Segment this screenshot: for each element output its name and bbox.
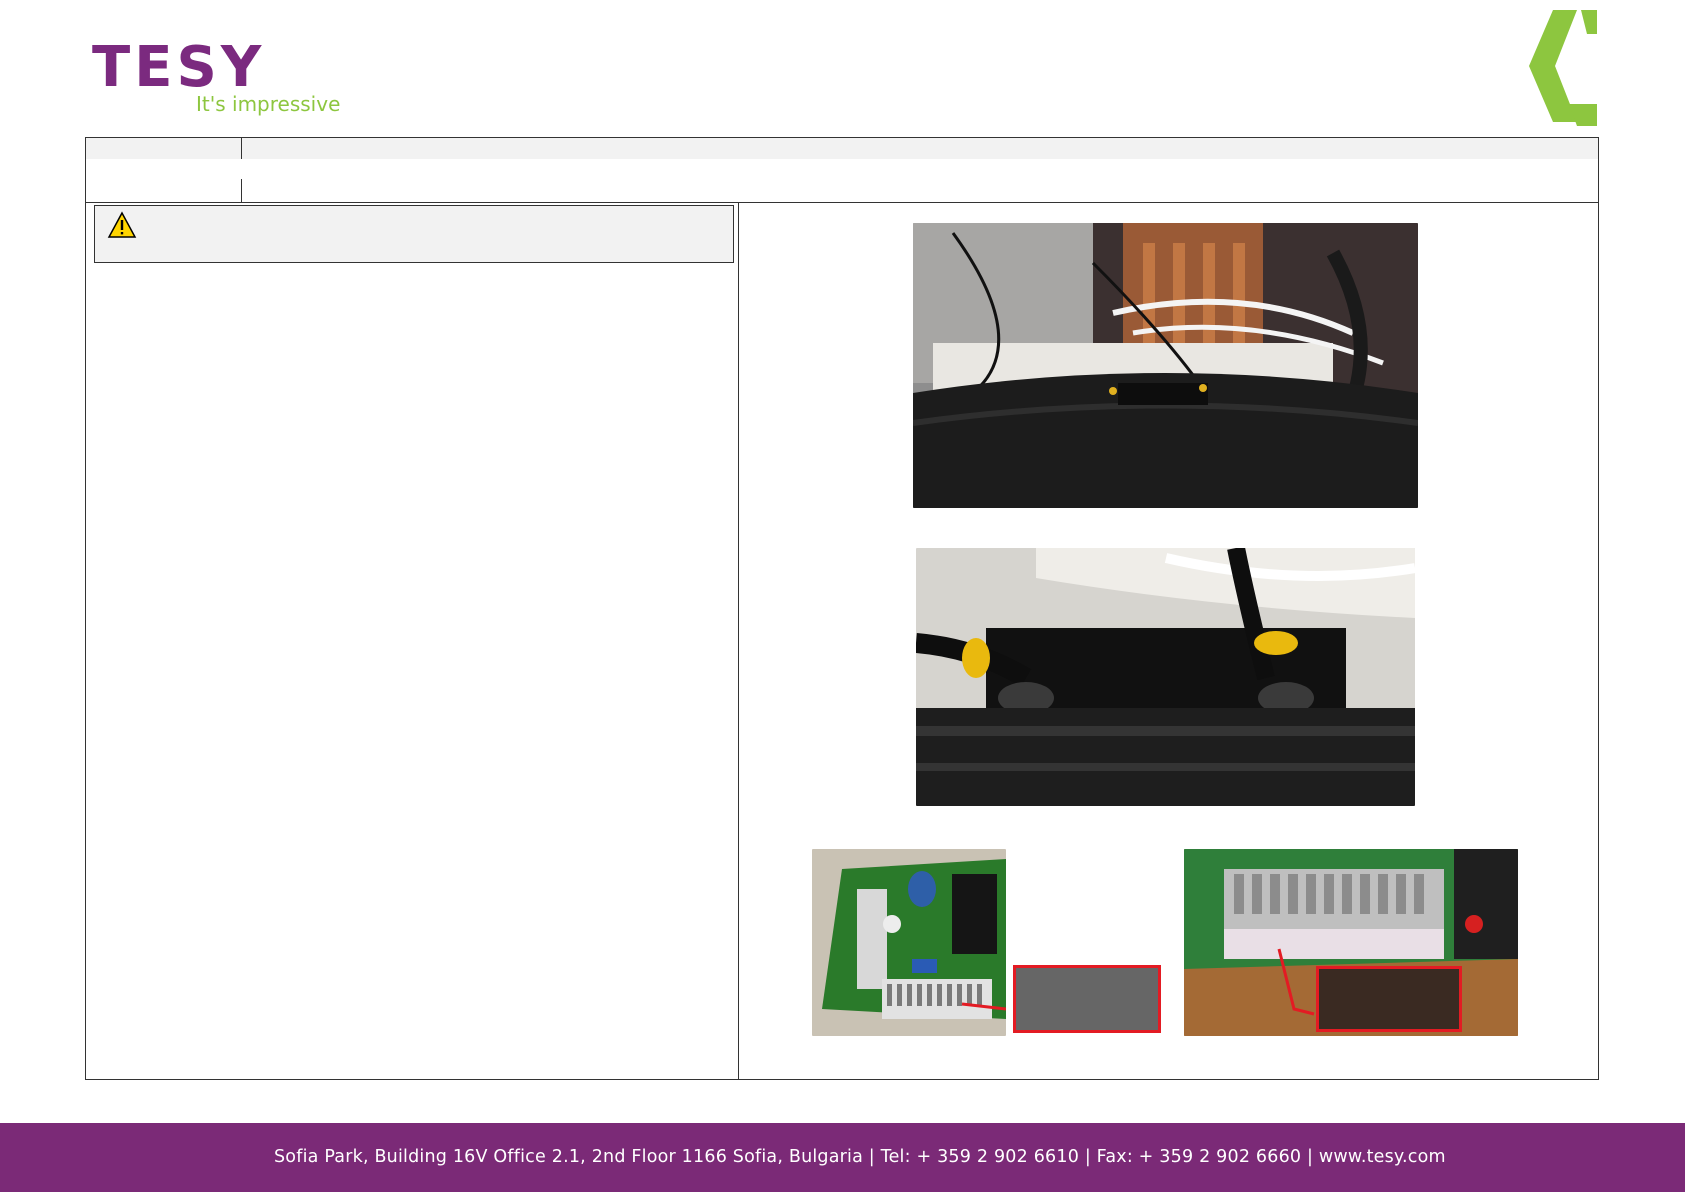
warning-box bbox=[94, 205, 734, 263]
callout-redacted-label bbox=[1013, 965, 1161, 1033]
photo-sensor-cable-closeup bbox=[916, 548, 1415, 806]
brand-corner-mark-icon bbox=[1525, 8, 1597, 126]
footer-bar: Sofia Park, Building 16V Office 2.1, 2nd… bbox=[0, 1123, 1685, 1192]
callout-redacted-label-2 bbox=[1316, 966, 1462, 1032]
table-row-header bbox=[86, 138, 1598, 159]
photo-control-board bbox=[812, 849, 1006, 1036]
tesy-logo: TESY It's impressive bbox=[92, 35, 340, 120]
table-row-spacer bbox=[86, 159, 1598, 179]
logo-tagline: It's impressive bbox=[196, 92, 341, 116]
warning-triangle-icon bbox=[107, 211, 137, 239]
footer-contact-text: Sofia Park, Building 16V Office 2.1, 2nd… bbox=[274, 1147, 1446, 1167]
column-divider bbox=[738, 202, 739, 1079]
photo-tank-base-wiring bbox=[913, 223, 1418, 508]
logo-wordmark: TESY bbox=[92, 35, 266, 100]
table-row-subheader bbox=[86, 179, 1598, 202]
